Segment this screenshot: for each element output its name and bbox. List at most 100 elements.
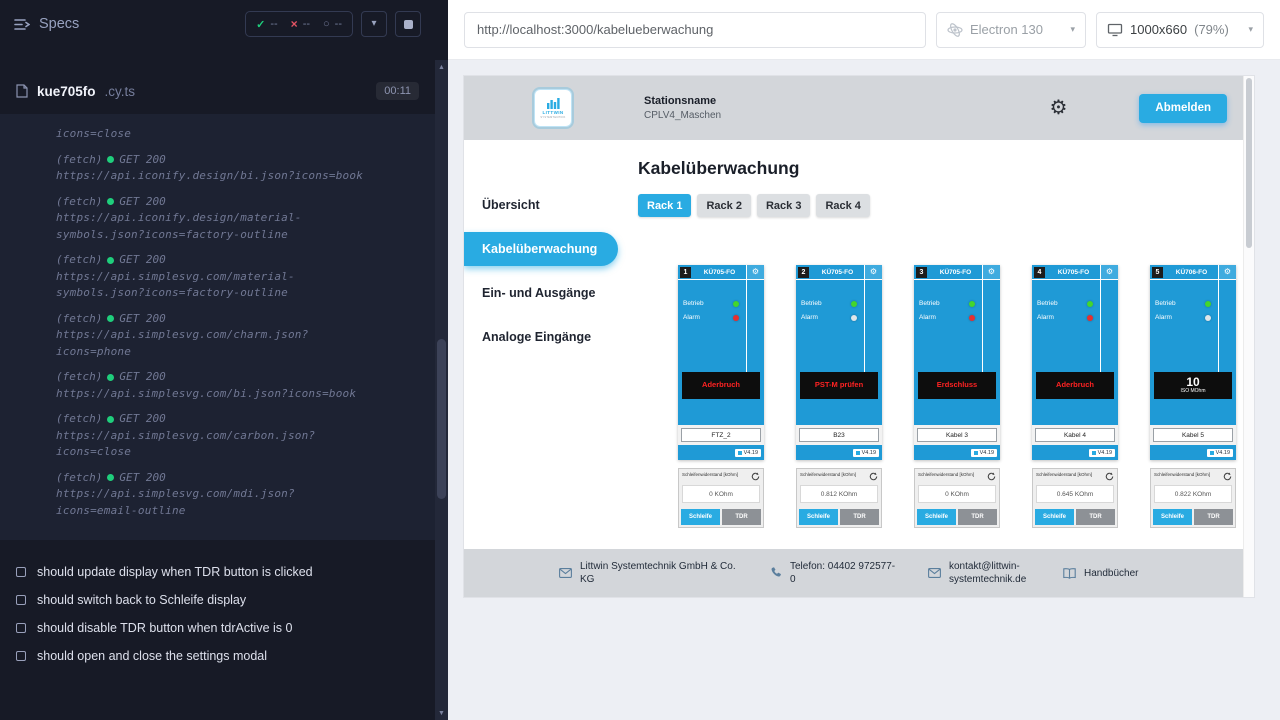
device-front: 5 KÜ706-FO ⚙ Betrieb Alarm — [1150, 265, 1236, 460]
status-ok-dot-icon — [107, 257, 114, 264]
status-display: Erdschluss — [918, 372, 996, 399]
cypress-reporter-panel: Specs ✓ -- × -- ○ -- — [0, 0, 448, 720]
tab-rack-2[interactable]: Rack 2 — [697, 194, 750, 217]
network-log-entry[interactable]: icons=close — [56, 126, 419, 143]
app-main: Kabelüberwachung Rack 1 Rack 2 Rack 3 Ra… — [618, 140, 1243, 549]
refresh-icon[interactable] — [751, 472, 760, 481]
schleife-button[interactable]: Schleife — [1153, 509, 1192, 525]
test-item[interactable]: should open and close the settings modal — [16, 642, 419, 670]
pending-circle-icon: ○ — [323, 18, 330, 30]
device-gear-icon[interactable]: ⚙ — [746, 265, 764, 279]
test-list: should update display when TDR button is… — [0, 558, 435, 670]
url-input[interactable]: http://localhost:3000/kabelueberwachung — [464, 12, 926, 48]
network-log-entry[interactable]: (fetch) GET 200 https://api.simplesvg.co… — [56, 252, 419, 302]
tab-rack-3[interactable]: Rack 3 — [757, 194, 810, 217]
status-ok-dot-icon — [107, 198, 114, 205]
status-display: Aderbruch — [682, 372, 760, 399]
cable-name-field[interactable]: Kabel 3 — [917, 428, 997, 442]
schleife-button[interactable]: Schleife — [799, 509, 838, 525]
sidebar-item-analoge-eingaenge[interactable]: Analoge Eingänge — [464, 320, 618, 354]
schleife-button[interactable]: Schleife — [1035, 509, 1074, 525]
cable-name-field[interactable]: FTZ_2 — [681, 428, 761, 442]
specs-label: Specs — [39, 16, 79, 32]
network-log-entry[interactable]: (fetch) GET 200 https://api.iconify.desi… — [56, 152, 419, 185]
spec-file-ext: .cy.ts — [105, 84, 136, 99]
stop-icon — [404, 20, 413, 29]
network-log-entry[interactable]: (fetch) GET 200 https://api.simplesvg.co… — [56, 411, 419, 461]
refresh-icon[interactable] — [1105, 472, 1114, 481]
station-label: Stationsname — [644, 95, 721, 107]
footer-phone[interactable]: Telefon: 04402 972577-0 — [770, 560, 898, 586]
device-gear-icon[interactable]: ⚙ — [864, 265, 882, 279]
spec-file-row[interactable]: kue705fo .cy.ts 00:11 — [0, 74, 435, 108]
network-log-entry[interactable]: (fetch) GET 200 https://api.simplesvg.co… — [56, 369, 419, 402]
cable-name-field[interactable]: B23 — [799, 428, 879, 442]
spec-run-time: 00:11 — [376, 82, 419, 100]
scroll-up-icon[interactable]: ▲ — [438, 60, 445, 74]
collapse-button[interactable]: ▾ — [361, 11, 387, 37]
network-log-entry[interactable]: (fetch) GET 200 https://api.simplesvg.co… — [56, 470, 419, 520]
network-log-entry[interactable]: (fetch) GET 200 https://api.simplesvg.co… — [56, 311, 419, 361]
test-item[interactable]: should disable TDR button when tdrActive… — [16, 614, 419, 642]
sidebar-item-uebersicht[interactable]: Übersicht — [464, 188, 618, 222]
slot-number-badge: 3 — [916, 267, 927, 278]
slot-number-badge: 2 — [798, 267, 809, 278]
measurement-panel: Schleifenwiderstand [kOhm] 0 KOhm Schlei… — [678, 468, 764, 528]
tdr-button[interactable]: TDR — [1076, 509, 1115, 525]
device-gear-icon[interactable]: ⚙ — [1218, 265, 1236, 279]
footer-company[interactable]: Littwin Systemtechnik GmbH & Co. KG — [559, 560, 740, 586]
test-state-icon — [16, 623, 26, 633]
betrieb-label: Betrieb — [801, 300, 822, 307]
test-state-icon — [16, 595, 26, 605]
footer-manuals[interactable]: Handbücher — [1063, 567, 1138, 580]
logout-button[interactable]: Abmelden — [1139, 94, 1227, 123]
settings-gear-icon[interactable]: ⚙ — [1049, 98, 1067, 118]
status-ok-dot-icon — [107, 374, 114, 381]
sidebar-item-kabelueberwachung[interactable]: Kabelüberwachung — [464, 232, 618, 266]
test-item[interactable]: should update display when TDR button is… — [16, 558, 419, 586]
test-item[interactable]: should switch back to Schleife display — [16, 586, 419, 614]
refresh-icon[interactable] — [1223, 472, 1232, 481]
measurement-panel: Schleifenwiderstand [kOhm] 0.822 KOhm Sc… — [1150, 468, 1236, 528]
cable-name-field[interactable]: Kabel 4 — [1035, 428, 1115, 442]
device-gear-icon[interactable]: ⚙ — [1100, 265, 1118, 279]
tdr-button[interactable]: TDR — [840, 509, 879, 525]
browser-select[interactable]: Electron 130 ▾ — [936, 12, 1086, 48]
email-icon — [928, 568, 941, 578]
viewport-size: 1000x660 — [1130, 22, 1187, 37]
device-model: KÜ705-FO — [1047, 265, 1100, 279]
schleife-button[interactable]: Schleife — [681, 509, 720, 525]
slot-number-badge: 5 — [1152, 267, 1163, 278]
spec-file-icon — [16, 84, 28, 98]
sidebar-item-ein-und-ausgaenge[interactable]: Ein- und Ausgänge — [464, 276, 618, 310]
app-scrollbar[interactable] — [1243, 76, 1254, 597]
app-scrollbar-thumb[interactable] — [1246, 78, 1252, 248]
schleife-button[interactable]: Schleife — [917, 509, 956, 525]
tdr-button[interactable]: TDR — [1194, 509, 1233, 525]
tab-rack-4[interactable]: Rack 4 — [816, 194, 869, 217]
scrollbar-track[interactable] — [435, 74, 448, 706]
specs-menu-button[interactable]: Specs — [14, 16, 79, 32]
betrieb-label: Betrieb — [1037, 300, 1058, 307]
refresh-icon[interactable] — [987, 472, 996, 481]
device-front: 4 KÜ705-FO ⚙ Betrieb Alarm — [1032, 265, 1118, 460]
firmware-version: V4.19 — [1089, 449, 1115, 457]
betrieb-led — [851, 301, 857, 307]
firmware-version: V4.19 — [735, 449, 761, 457]
cable-name-field[interactable]: Kabel 5 — [1153, 428, 1233, 442]
reporter-scrollbar[interactable]: ▲ ▼ — [435, 60, 448, 720]
scrollbar-thumb[interactable] — [437, 339, 446, 499]
footer-email[interactable]: kontakt@littwin-systemtechnik.de — [928, 560, 1033, 586]
scroll-down-icon[interactable]: ▼ — [438, 706, 445, 720]
tdr-button[interactable]: TDR — [722, 509, 761, 525]
device-gear-icon[interactable]: ⚙ — [982, 265, 1000, 279]
refresh-icon[interactable] — [869, 472, 878, 481]
tdr-button[interactable]: TDR — [958, 509, 997, 525]
stop-run-button[interactable] — [395, 11, 421, 37]
tab-rack-1[interactable]: Rack 1 — [638, 194, 691, 217]
firmware-version: V4.19 — [853, 449, 879, 457]
station-info: Stationsname CPLV4_Maschen — [644, 95, 721, 121]
viewport-select[interactable]: 1000x660 (79%) ▾ — [1096, 12, 1264, 48]
chevron-down-icon: ▾ — [1070, 24, 1075, 35]
network-log-entry[interactable]: (fetch) GET 200 https://api.iconify.desi… — [56, 194, 419, 244]
